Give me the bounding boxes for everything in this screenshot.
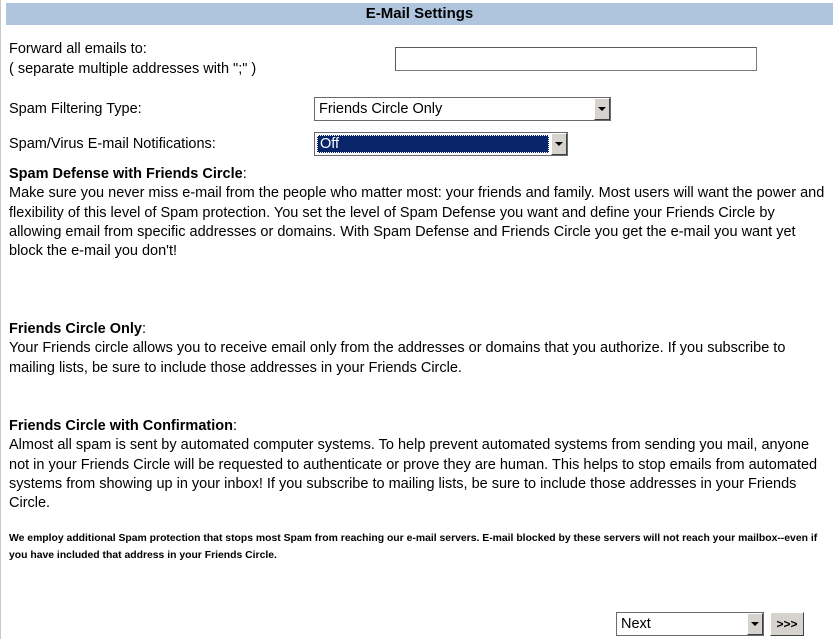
section-spam-defense: Spam Defense with Friends Circle: Make s… xyxy=(9,166,825,260)
footnote: We employ additional Spam protection tha… xyxy=(9,533,818,561)
notifications-value: Off xyxy=(317,135,549,153)
nav-select[interactable]: Next xyxy=(616,612,764,636)
section-friends-circle-confirmation: Friends Circle with Confirmation: Almost… xyxy=(9,418,818,512)
chevron-down-icon[interactable] xyxy=(747,613,763,635)
section-heading: Friends Circle Only xyxy=(9,321,142,337)
nav-select-value: Next xyxy=(621,616,651,632)
section-friends-circle-only: Friends Circle Only: Your Friends circle… xyxy=(9,321,786,376)
forward-hint: ( separate multiple addresses with ";" ) xyxy=(9,61,257,77)
left-border xyxy=(0,0,1,639)
notifications-select[interactable]: Off xyxy=(314,132,568,156)
section-body: Make sure you never miss e-mail from the… xyxy=(9,185,825,260)
section-body: Your Friends circle allows you to receiv… xyxy=(9,340,786,376)
forward-email-input[interactable] xyxy=(395,47,757,71)
spam-type-label: Spam Filtering Type: xyxy=(9,101,142,117)
section-heading: Spam Defense with Friends Circle xyxy=(9,166,243,182)
chevron-down-icon[interactable] xyxy=(594,98,610,120)
section-heading: Friends Circle with Confirmation xyxy=(9,418,233,434)
page-title: E-Mail Settings xyxy=(6,3,833,25)
spam-type-value: Friends Circle Only xyxy=(319,101,443,117)
chevron-down-icon[interactable] xyxy=(551,133,567,155)
section-body: Almost all spam is sent by automated com… xyxy=(9,437,818,512)
go-button[interactable]: >>> xyxy=(770,612,804,636)
notifications-label: Spam/Virus E-mail Notifications: xyxy=(9,136,216,152)
spam-type-select[interactable]: Friends Circle Only xyxy=(314,97,611,121)
forward-label: Forward all emails to: xyxy=(9,41,147,57)
